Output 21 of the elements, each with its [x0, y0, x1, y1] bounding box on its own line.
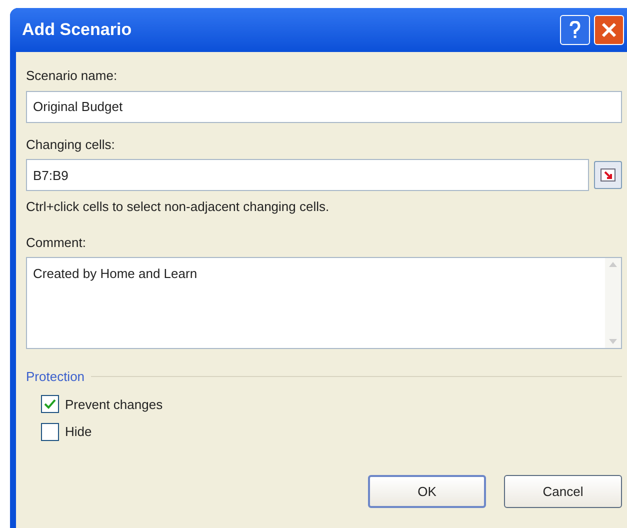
close-icon: [601, 22, 617, 38]
question-mark-icon: [569, 21, 581, 39]
group-title: Protection: [26, 368, 85, 386]
help-button[interactable]: [560, 15, 590, 45]
text-field[interactable]: B7:B9: [26, 159, 589, 191]
field-label: Scenario name:: [26, 67, 118, 85]
hint-text: Ctrl+click cells to select non-adjacent changing cells.: [26, 198, 330, 216]
ok-button[interactable]: OK: [368, 475, 486, 508]
field-label: Comment:: [26, 234, 87, 252]
checkbox[interactable]: [41, 395, 59, 414]
close-button[interactable]: [594, 15, 624, 45]
text-field[interactable]: Original Budget: [26, 90, 622, 122]
checkbox-label: Prevent changes: [65, 396, 163, 414]
window-title: Add Scenario: [22, 19, 133, 42]
field-label: Changing cells:: [26, 136, 116, 154]
cancel-button[interactable]: Cancel: [504, 475, 622, 508]
checkbox[interactable]: [41, 422, 59, 441]
checkbox-label: Hide: [65, 423, 92, 441]
collapse-dialog-icon: [600, 168, 616, 182]
comment-text: Created by Home and Learn: [32, 265, 198, 283]
range-picker-button[interactable]: [594, 161, 622, 189]
